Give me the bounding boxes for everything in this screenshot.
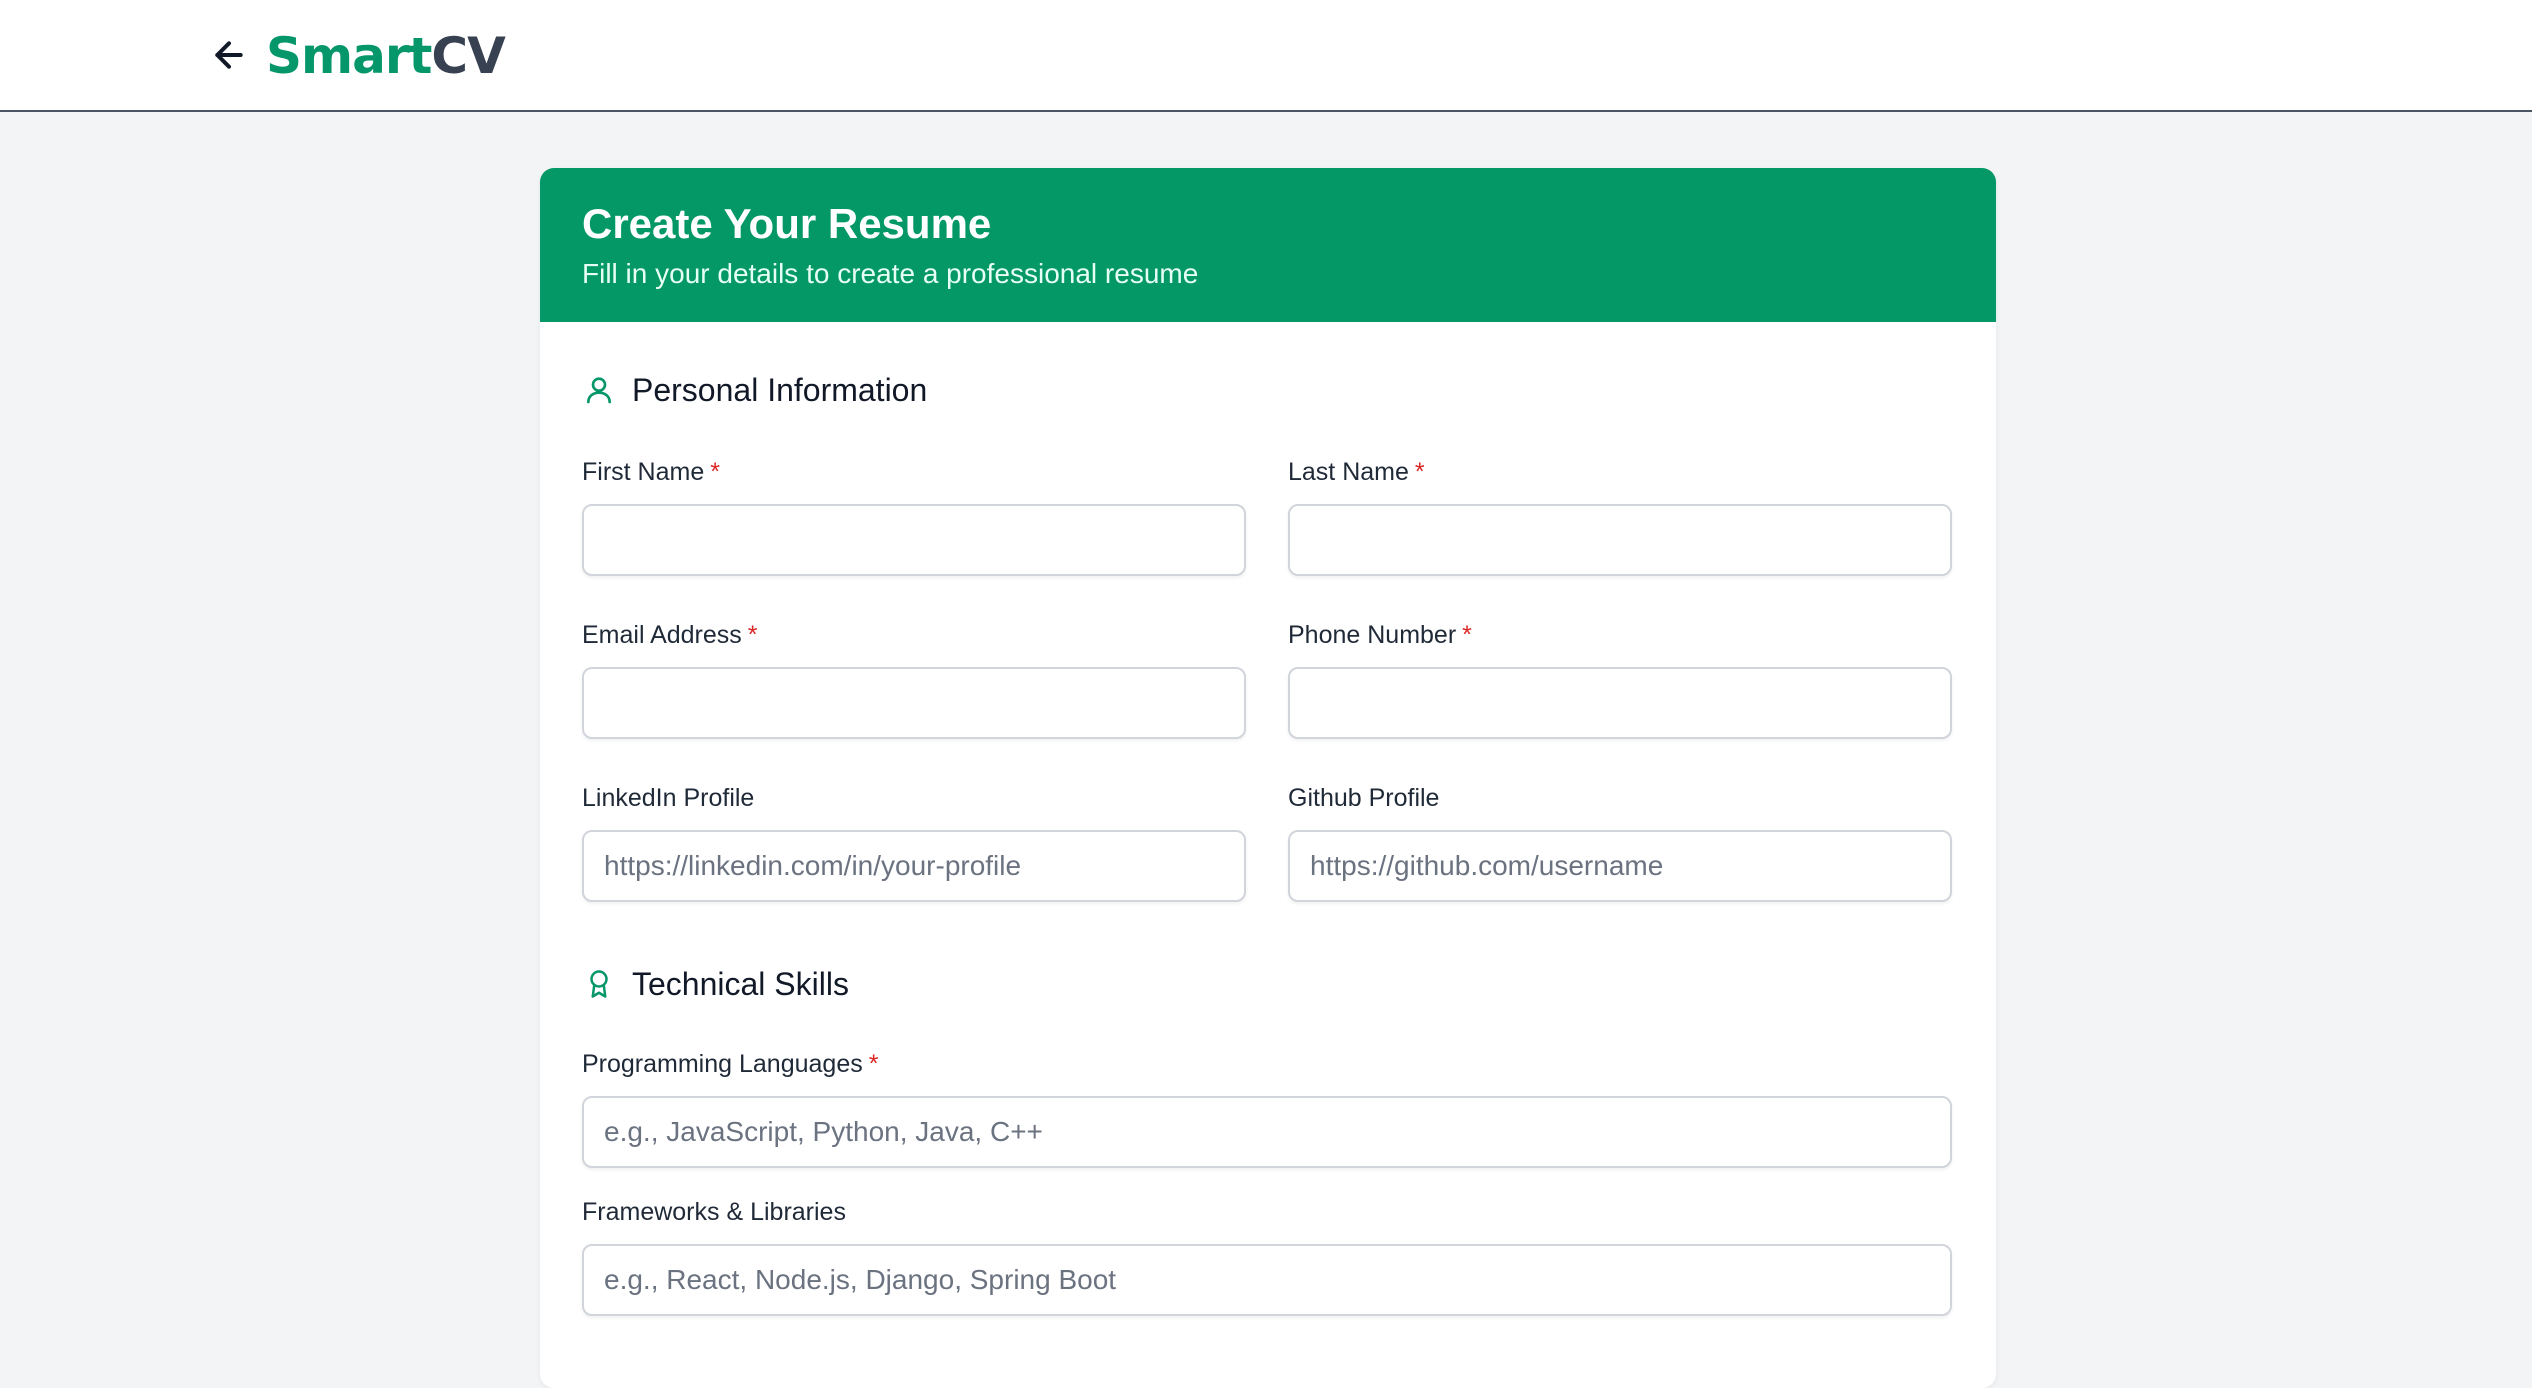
label-text: Last Name — [1288, 458, 1409, 486]
programming-languages-input[interactable] — [582, 1096, 1952, 1168]
label-text: Github Profile — [1288, 784, 1440, 812]
required-mark: * — [1414, 458, 1425, 486]
logo-text-cv: CV — [431, 27, 505, 85]
first-name-label: First Name * — [582, 456, 1246, 488]
required-mark: * — [868, 1050, 879, 1078]
section-technical-skills: Technical Skills — [582, 962, 849, 1006]
label-text: First Name — [582, 458, 705, 486]
logo-text-smart: Smart — [266, 27, 432, 85]
email-label: Email Address * — [582, 619, 1246, 651]
last-name-label: Last Name * — [1288, 456, 1952, 488]
back-button[interactable] — [204, 30, 254, 80]
app-logo[interactable]: SmartCV — [266, 26, 506, 86]
phone-label: Phone Number * — [1288, 619, 1952, 651]
label-text: Email Address — [582, 621, 742, 649]
user-icon — [582, 372, 616, 408]
frameworks-label: Frameworks & Libraries — [582, 1196, 1952, 1228]
arrow-left-icon — [215, 41, 243, 69]
section-title: Technical Skills — [632, 965, 849, 1002]
award-icon — [582, 966, 616, 1002]
resume-form-card: Create Your Resume Fill in your details … — [540, 168, 1996, 1388]
github-input[interactable] — [1288, 830, 1952, 902]
github-label: Github Profile — [1288, 782, 1952, 814]
section-personal-information: Personal Information — [582, 368, 927, 412]
required-mark: * — [710, 458, 720, 486]
top-navbar: SmartCV — [0, 0, 2532, 112]
label-text: Frameworks & Libraries — [582, 1198, 846, 1226]
email-input[interactable] — [582, 667, 1246, 739]
linkedin-label: LinkedIn Profile — [582, 782, 1246, 814]
frameworks-input[interactable] — [582, 1244, 1952, 1316]
phone-input[interactable] — [1288, 667, 1952, 739]
linkedin-input[interactable] — [582, 830, 1246, 902]
first-name-input[interactable] — [582, 504, 1246, 576]
form-subtitle: Fill in your details to create a profess… — [582, 258, 1199, 289]
required-mark: * — [1462, 621, 1472, 649]
label-text: LinkedIn Profile — [582, 784, 755, 812]
label-text: Phone Number — [1288, 621, 1457, 649]
section-title: Personal Information — [632, 371, 928, 408]
last-name-input[interactable] — [1288, 504, 1952, 576]
label-text: Programming Languages — [582, 1050, 863, 1078]
required-mark: * — [747, 621, 758, 649]
programming-languages-label: Programming Languages * — [582, 1048, 1952, 1080]
form-header: Create Your Resume Fill in your details … — [540, 168, 1996, 322]
form-title: Create Your Resume — [582, 200, 992, 247]
